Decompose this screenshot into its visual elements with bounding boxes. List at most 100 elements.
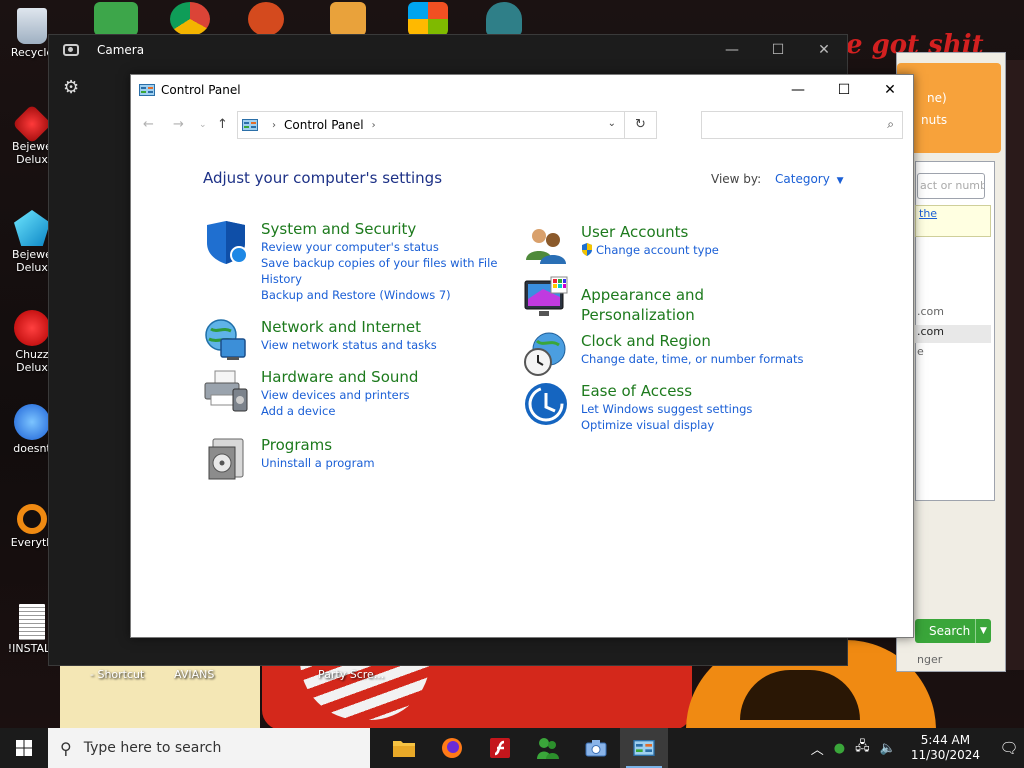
- taskbar: ⚲ Type here to search ︿ ● 🖧 🔈 5:44 AM 11…: [0, 728, 1024, 768]
- chrome-icon[interactable]: [170, 2, 210, 36]
- maximize-button[interactable]: ☐: [755, 35, 801, 65]
- gear-icon[interactable]: ⚙: [63, 77, 79, 98]
- taskbar-search-placeholder: Type here to search: [83, 740, 222, 756]
- messenger-link[interactable]: the: [919, 207, 937, 220]
- users-icon[interactable]: [523, 222, 569, 268]
- view-by-control: View by: Category ▼: [711, 172, 844, 186]
- office-icon[interactable]: [408, 2, 448, 36]
- taskbar-search-box[interactable]: ⚲ Type here to search: [48, 728, 370, 768]
- category-title[interactable]: Clock and Region: [581, 331, 821, 351]
- desktop-label-shortcut[interactable]: - Shortcut: [90, 668, 144, 681]
- desktop-icon-label: Recycle: [10, 46, 54, 59]
- search-box[interactable]: ⌕: [701, 111, 903, 139]
- start-button[interactable]: [0, 728, 48, 768]
- desktop-label-avians[interactable]: AVIANS: [174, 668, 214, 681]
- chevron-up-icon[interactable]: ︿: [811, 739, 824, 758]
- close-button[interactable]: ✕: [801, 35, 847, 65]
- monitor-palette-icon[interactable]: [523, 275, 569, 321]
- page-title: Adjust your computer's settings: [203, 169, 443, 187]
- category-link[interactable]: Change date, time, or number formats: [581, 351, 821, 367]
- speaker-icon[interactable]: 🔈: [880, 741, 896, 756]
- control-panel-titlebar[interactable]: Control Panel — ☐ ✕: [131, 75, 913, 105]
- category-link[interactable]: Optimize visual display: [581, 417, 821, 433]
- category-link[interactable]: Review your computer's status: [261, 239, 501, 255]
- category-title[interactable]: Appearance and Personalization: [581, 285, 821, 325]
- search-input[interactable]: [702, 112, 872, 138]
- notification-text: nuts: [921, 113, 948, 127]
- camera-window-title: Camera: [97, 43, 145, 57]
- minimize-button[interactable]: —: [709, 35, 755, 65]
- network-icon[interactable]: 🖧: [855, 737, 870, 759]
- category-title[interactable]: Hardware and Sound: [261, 367, 501, 387]
- messenger-search-button[interactable]: Search ▼: [915, 619, 991, 643]
- window-title: Control Panel: [161, 83, 241, 97]
- messenger-icon[interactable]: [94, 2, 138, 36]
- everything-search-icon: [17, 504, 47, 534]
- forward-arrow-icon[interactable]: →: [173, 117, 184, 132]
- category-link[interactable]: Backup and Restore (Windows 7): [261, 287, 501, 303]
- taskbar-apps: [380, 728, 668, 768]
- category-link-label: Change account type: [596, 243, 719, 257]
- desktop-icon-label: Chuzz Delux: [15, 348, 49, 374]
- up-arrow-icon[interactable]: ↑: [217, 117, 228, 132]
- game-icon[interactable]: [330, 2, 366, 36]
- category-title[interactable]: User Accounts: [581, 222, 821, 242]
- camera-titlebar[interactable]: Camera — ☐ ✕: [49, 35, 847, 65]
- chevron-right-icon[interactable]: ›: [372, 120, 376, 131]
- desktop-icon-label: Everyth: [10, 536, 54, 549]
- control-panel-icon: [242, 119, 258, 131]
- contact-search-input[interactable]: act or numbe: [917, 173, 985, 199]
- taskbar-control-panel[interactable]: [620, 728, 668, 768]
- list-item[interactable]: .com: [915, 325, 991, 343]
- refresh-icon[interactable]: ↻: [624, 112, 656, 138]
- desktop-icon-label: Bejewe Delux: [12, 248, 52, 274]
- chevron-down-icon[interactable]: ⌄: [608, 118, 616, 129]
- flash-icon: [490, 738, 510, 758]
- clock-globe-icon[interactable]: [523, 331, 569, 377]
- chevron-down-icon[interactable]: ▼: [837, 176, 844, 186]
- category-title[interactable]: Programs: [261, 435, 501, 455]
- printer-icon[interactable]: [203, 367, 249, 413]
- category-link[interactable]: Add a device: [261, 403, 501, 419]
- category-link[interactable]: Uninstall a program: [261, 455, 501, 471]
- taskbar-firefox[interactable]: [428, 728, 476, 768]
- back-arrow-icon[interactable]: ←: [143, 117, 154, 132]
- list-item[interactable]: e: [915, 345, 991, 363]
- breadcrumb[interactable]: Control Panel: [284, 118, 364, 132]
- chevron-down-icon[interactable]: ▼: [975, 619, 991, 643]
- recent-locations-chevron-icon[interactable]: ⌄: [199, 120, 207, 130]
- taskbar-camera[interactable]: [572, 728, 620, 768]
- shield-icon[interactable]: [203, 219, 249, 265]
- character-icon[interactable]: [486, 2, 522, 36]
- system-tray: ︿ ● 🖧 🔈 5:44 AM 11/30/2024 🗨: [806, 733, 1024, 763]
- category-link[interactable]: Change account type: [581, 242, 821, 258]
- desktop-label-party-screen[interactable]: Party Scre...: [318, 668, 384, 681]
- programs-icon[interactable]: [203, 435, 249, 481]
- minimize-button[interactable]: —: [775, 75, 821, 105]
- messenger-tray-icon[interactable]: ●: [834, 741, 845, 756]
- category-title[interactable]: Ease of Access: [581, 381, 821, 401]
- messenger-status: nger: [917, 653, 943, 666]
- taskbar-messenger[interactable]: [524, 728, 572, 768]
- clock[interactable]: 5:44 AM 11/30/2024: [911, 733, 980, 763]
- search-icon[interactable]: ⌕: [887, 117, 894, 132]
- list-item[interactable]: .com: [915, 305, 991, 323]
- category-link[interactable]: View network status and tasks: [261, 337, 501, 353]
- category-title[interactable]: System and Security: [261, 219, 501, 239]
- category-link[interactable]: View devices and printers: [261, 387, 501, 403]
- category-link[interactable]: Let Windows suggest settings: [581, 401, 821, 417]
- taskbar-flash-player[interactable]: [476, 728, 524, 768]
- chevron-right-icon[interactable]: ›: [272, 120, 276, 131]
- app-icon[interactable]: [248, 2, 284, 36]
- notification-icon[interactable]: 🗨: [994, 739, 1024, 757]
- close-button[interactable]: ✕: [867, 75, 913, 105]
- category-link[interactable]: Save backup copies of your files with Fi…: [261, 255, 501, 287]
- category-title[interactable]: Network and Internet: [261, 317, 501, 337]
- ease-of-access-icon[interactable]: [523, 381, 569, 427]
- control-panel-icon: [633, 740, 655, 756]
- taskbar-file-explorer[interactable]: [380, 728, 428, 768]
- view-by-dropdown[interactable]: Category: [775, 172, 830, 186]
- address-bar[interactable]: › Control Panel › ⌄ ↻: [237, 111, 657, 139]
- network-globe-icon[interactable]: [203, 317, 249, 363]
- maximize-button[interactable]: ☐: [821, 75, 867, 105]
